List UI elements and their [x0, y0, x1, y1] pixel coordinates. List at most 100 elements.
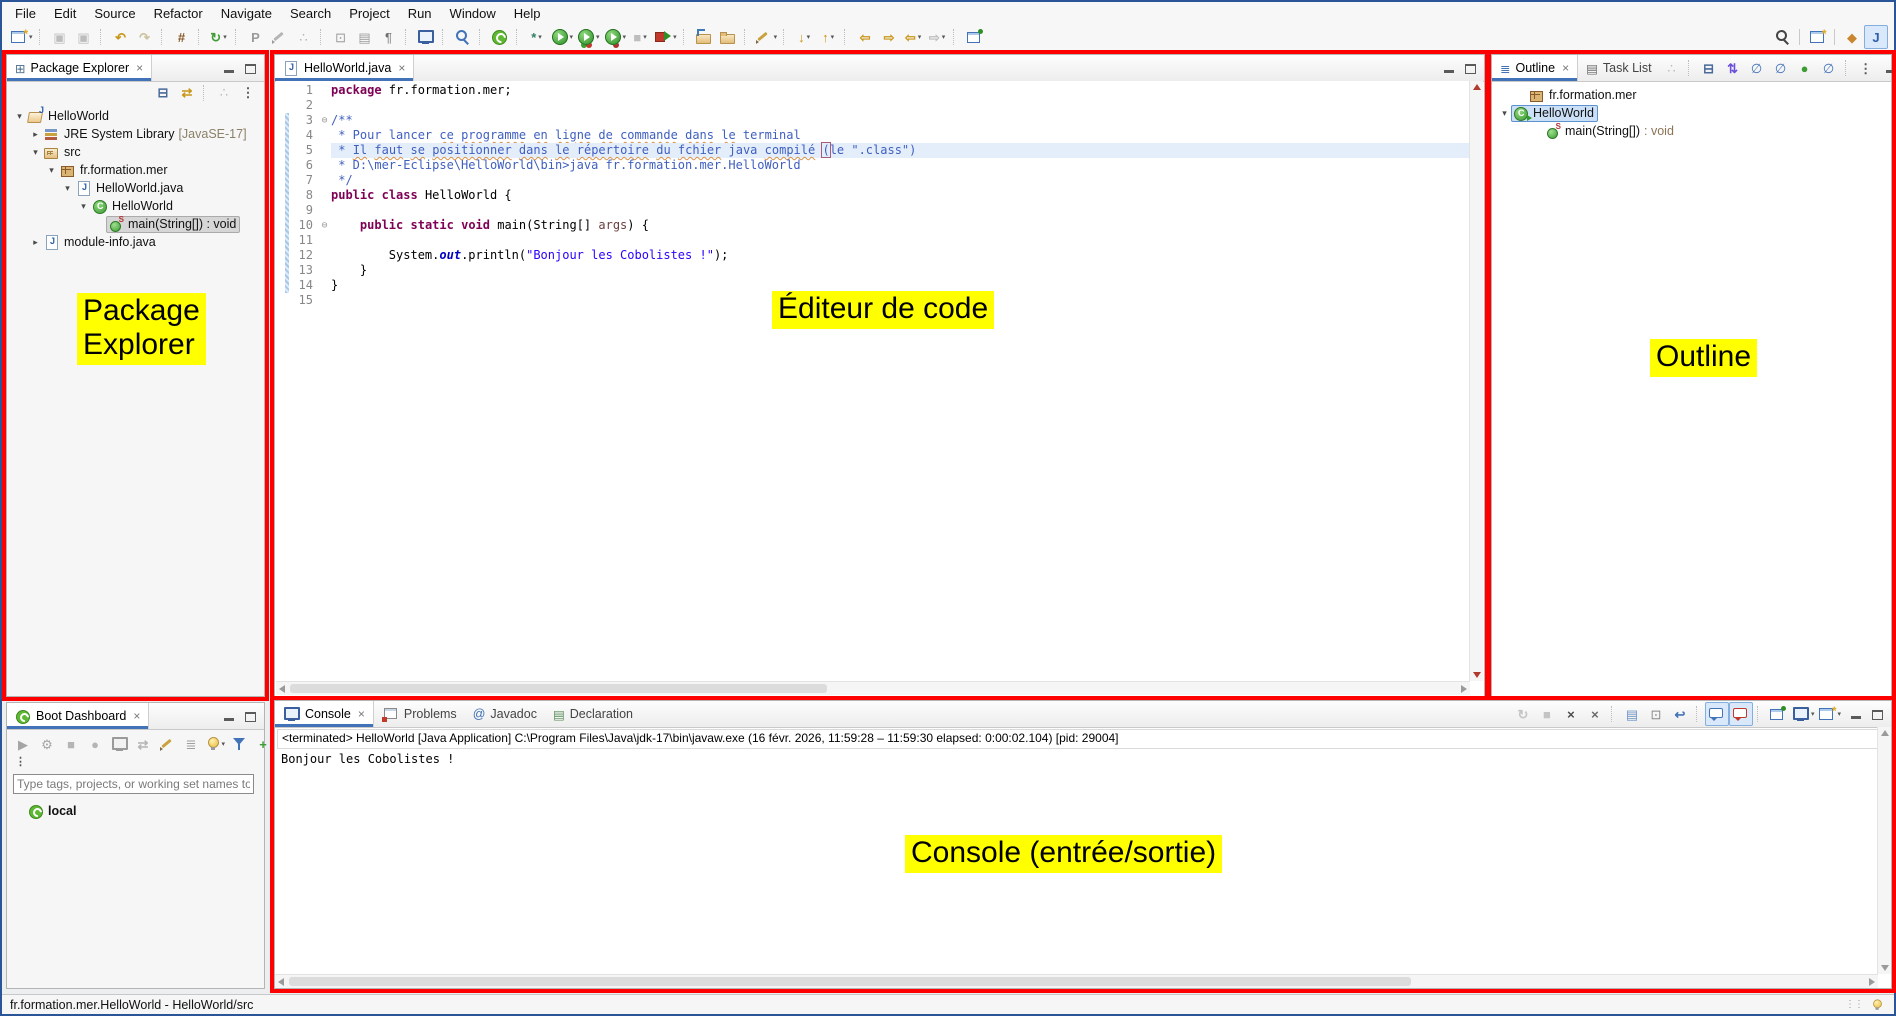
tree-item[interactable]: ▾HelloWorld: [7, 197, 264, 215]
guides-icon[interactable]: ▾: [203, 732, 227, 756]
close-icon[interactable]: ×: [136, 61, 143, 75]
tree-item[interactable]: Smain(String[]) : void: [1492, 122, 1891, 140]
code-line[interactable]: 13 }: [276, 263, 1469, 278]
tab-helloworld-java[interactable]: HelloWorld.java×: [275, 55, 414, 81]
code-line[interactable]: 5 * Il faut se positionner dans le réper…: [276, 143, 1469, 158]
code-line[interactable]: 2: [276, 98, 1469, 113]
compare-icon[interactable]: ⊡: [329, 25, 353, 49]
hide-local-types-icon[interactable]: ∅: [1817, 56, 1841, 80]
minimize-icon[interactable]: [1886, 62, 1896, 75]
view-menu-icon[interactable]: ⋮: [7, 756, 264, 770]
notification-bulb-icon[interactable]: [1871, 998, 1885, 1011]
profile-run-icon[interactable]: ▾: [602, 25, 629, 49]
sort-icon[interactable]: ⇅: [1721, 56, 1745, 80]
add-icon[interactable]: +: [251, 732, 275, 756]
tab-javadoc[interactable]: @Javadoc: [465, 701, 545, 727]
save-icon[interactable]: ▣: [48, 25, 72, 49]
debug-icon[interactable]: *▾: [525, 25, 549, 49]
maximize-icon[interactable]: [245, 710, 256, 723]
minimize-icon[interactable]: [1444, 62, 1455, 75]
relaunch-icon[interactable]: ▾: [652, 25, 679, 49]
expander-icon[interactable]: ▾: [77, 201, 90, 212]
tree-item[interactable]: ▾src: [7, 143, 264, 161]
menu-run[interactable]: Run: [399, 4, 441, 23]
minimize-icon[interactable]: [224, 710, 235, 723]
console-view-icon[interactable]: [414, 25, 438, 49]
show-public-only-icon[interactable]: ●: [1793, 56, 1817, 80]
properties-icon[interactable]: ≣: [179, 732, 203, 756]
menu-project[interactable]: Project: [340, 4, 398, 23]
previous-annotation-icon[interactable]: ↑▾: [816, 25, 840, 49]
code-line[interactable]: 8public class HelloWorld {: [276, 188, 1469, 203]
tree-item[interactable]: fr.formation.mer: [1492, 86, 1891, 104]
tab-boot-dashboard[interactable]: Boot Dashboard×: [7, 703, 149, 729]
expander-icon[interactable]: ▸: [29, 129, 42, 140]
tree-item[interactable]: ▾HelloWorld: [1492, 104, 1891, 122]
show-stdout-icon[interactable]: [1705, 702, 1729, 726]
close-icon[interactable]: ×: [358, 707, 365, 721]
menu-help[interactable]: Help: [505, 4, 550, 23]
dropdown-arrow-icon[interactable]: ▾: [673, 33, 677, 41]
code-line[interactable]: 12 System.out.println("Bonjour les Cobol…: [276, 248, 1469, 263]
dropdown-arrow-icon[interactable]: ▾: [942, 33, 946, 41]
code-line[interactable]: 9: [276, 203, 1469, 218]
terminate-icon[interactable]: ■: [1535, 702, 1559, 726]
scroll-right-icon[interactable]: [1461, 685, 1467, 693]
scrollbar-thumb[interactable]: [289, 977, 1411, 986]
format-icon[interactable]: [268, 25, 292, 49]
collapse-all-icon[interactable]: ⊟: [1697, 56, 1721, 80]
dropdown-arrow-icon[interactable]: ▾: [918, 33, 922, 41]
show-whitespace-icon[interactable]: ¶: [377, 25, 401, 49]
open-console-icon[interactable]: [107, 732, 131, 756]
editor-horizontal-scrollbar[interactable]: [276, 681, 1470, 695]
console-output[interactable]: Bonjour les Cobolistes !: [275, 750, 1891, 768]
link-with-editor-icon[interactable]: ⇄: [175, 81, 199, 105]
code-line[interactable]: 4 * Pour lancer ce programme en ligne de…: [276, 128, 1469, 143]
redo-icon[interactable]: ↷: [133, 25, 157, 49]
hide-static-icon[interactable]: ∅: [1769, 56, 1793, 80]
close-icon[interactable]: ×: [398, 61, 405, 75]
boot-search-input[interactable]: [13, 774, 254, 794]
view-menu-icon[interactable]: ⋮: [236, 81, 260, 105]
inspect-icon[interactable]: [451, 25, 475, 49]
maximize-icon[interactable]: [1872, 708, 1883, 721]
fold-minus-icon[interactable]: ⊖: [318, 218, 331, 233]
scroll-down-icon[interactable]: [1881, 965, 1889, 971]
minimize-icon[interactable]: [1851, 708, 1862, 721]
forward-icon[interactable]: ⇨▾: [925, 25, 949, 49]
menu-file[interactable]: File: [6, 4, 45, 23]
focus-task-icon[interactable]: ∴: [212, 81, 236, 105]
tree-item[interactable]: ▸JRE System Library [JavaSE-17]: [7, 125, 264, 143]
dropdown-arrow-icon[interactable]: ▾: [1811, 710, 1815, 718]
dropdown-arrow-icon[interactable]: ▾: [623, 33, 627, 41]
menu-search[interactable]: Search: [281, 4, 340, 23]
start-icon[interactable]: ▶: [11, 732, 35, 756]
search-icon[interactable]: [1770, 25, 1794, 49]
clear-console-icon[interactable]: ▤: [1620, 702, 1644, 726]
code-line[interactable]: 7 */: [276, 173, 1469, 188]
scroll-right-icon[interactable]: [1869, 978, 1875, 986]
start-debug-icon[interactable]: ⚙: [35, 732, 59, 756]
scroll-up-icon[interactable]: [1881, 730, 1889, 736]
display-console-icon[interactable]: ▾: [1790, 702, 1817, 726]
console-vertical-scrollbar[interactable]: [1877, 727, 1891, 974]
mark-occurrences-icon[interactable]: ▾: [753, 25, 780, 49]
stop-icon[interactable]: ■▾: [628, 25, 652, 49]
maximize-icon[interactable]: [1465, 62, 1476, 75]
next-annotation-icon[interactable]: ↓▾: [792, 25, 816, 49]
scrollbar-thumb[interactable]: [290, 684, 827, 693]
java-perspective-icon[interactable]: J: [1864, 25, 1888, 49]
tab-declaration[interactable]: ▤Declaration: [545, 701, 641, 727]
expander-icon[interactable]: ▸: [29, 237, 42, 248]
scroll-up-icon[interactable]: [1473, 84, 1481, 90]
open-perspective-icon[interactable]: [1805, 25, 1829, 49]
back-icon[interactable]: ⇦▾: [901, 25, 925, 49]
open-console-icon[interactable]: ▾: [1816, 702, 1843, 726]
menu-refactor[interactable]: Refactor: [145, 4, 212, 23]
editor-vertical-scrollbar[interactable]: [1469, 81, 1483, 681]
new-wizard-icon[interactable]: ▾: [8, 25, 35, 49]
refresh-project-icon[interactable]: ↻▾: [207, 25, 231, 49]
pin-editor-icon[interactable]: [962, 25, 986, 49]
dropdown-arrow-icon[interactable]: ▾: [831, 33, 835, 41]
tab-console[interactable]: Console×: [275, 701, 374, 727]
